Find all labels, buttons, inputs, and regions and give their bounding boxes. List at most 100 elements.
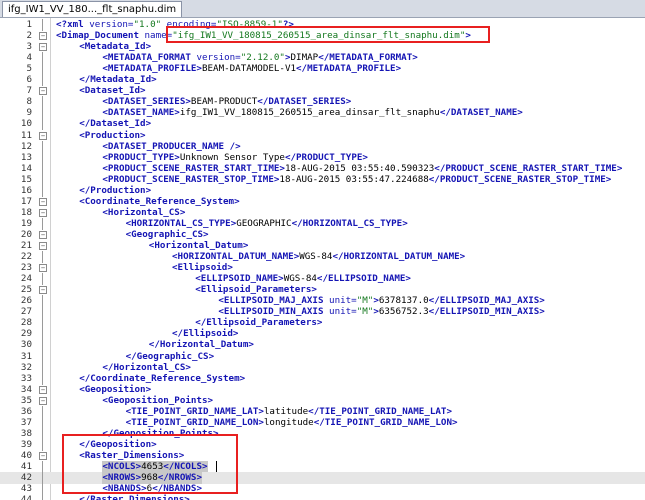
xml-tag: </PRODUCT_TYPE> (284, 151, 368, 163)
xml-text: BEAM-PRODUCT (190, 96, 258, 108)
xml-tag: <TIE_POINT_GRID_NAME_LON> (125, 416, 264, 428)
xml-tag: </NROWS> (157, 472, 202, 484)
xml-tag: </Dataset_Id> (79, 118, 152, 130)
xml-tag: </DATASET_SERIES> (257, 96, 352, 108)
xml-tag: </METADATA_PROFILE> (296, 63, 402, 75)
xml-tag: <TIE_POINT_GRID_NAME_LAT> (125, 405, 264, 417)
xml-tag: </ELLIPSOID_MAJ_AXIS> (428, 295, 545, 307)
xml-editor[interactable]: 1 <?xml version="1.0" encoding="ISO-8859-… (0, 18, 645, 500)
xml-text: DIMAP (290, 52, 319, 64)
xml-tag: <METADATA_FORMAT (102, 52, 197, 64)
xml-tag: <Dataset_Id> (79, 85, 146, 97)
xml-attribute-value: "1.0" (133, 19, 162, 30)
xml-tag: <?xml (56, 19, 90, 30)
xml-text: 968 (141, 472, 158, 484)
xml-tag: <Horizontal_Datum> (148, 240, 249, 251)
xml-tag: </Geoposition_Points> (102, 427, 219, 439)
tab-bar: ifg_IW1_VV_180..._flt_snaphu.dim (0, 0, 645, 18)
xml-attribute-value: "M" (356, 306, 374, 318)
xml-tag: <DATASET_SERIES> (102, 96, 191, 108)
fold-toggle-icon[interactable]: − (39, 286, 47, 295)
xml-attribute: version= (196, 52, 241, 64)
xml-tag: </PRODUCT_SCENE_RASTER_STOP_TIME> (428, 173, 612, 185)
xml-tag: </Production> (79, 184, 152, 196)
fold-toggle-icon[interactable]: − (39, 264, 47, 273)
xml-tag: </TIE_POINT_GRID_NAME_LON> (313, 416, 458, 428)
xml-tag: </Horizontal_CS> (102, 361, 191, 373)
fold-toggle-icon[interactable]: − (39, 396, 47, 405)
xml-tag: ?> (282, 19, 294, 30)
xml-attribute-value: "ISO-8859-1" (216, 19, 283, 30)
xml-tag: <PRODUCT_SCENE_RASTER_START_TIME> (102, 162, 285, 174)
xml-attribute: encoding= (161, 19, 217, 30)
xml-text: 6356752.3 (378, 306, 429, 318)
tab-dim-file[interactable]: ifg_IW1_VV_180..._flt_snaphu.dim (2, 1, 183, 17)
fold-toggle-icon[interactable]: − (39, 131, 47, 140)
xml-tag: </ELLIPSOID_NAME> (316, 273, 411, 285)
xml-tag: </PRODUCT_SCENE_RASTER_START_TIME> (434, 162, 623, 174)
xml-text: GEOGRAPHIC (236, 217, 292, 229)
xml-tag: </TIE_POINT_GRID_NAME_LAT> (308, 405, 452, 417)
xml-tag: </Raster_Dimensions> (79, 494, 190, 500)
xml-tag: <DATASET_PRODUCER_NAME /> (102, 140, 241, 152)
xml-attribute-value: "2.12.0" (240, 52, 285, 64)
xml-text: BEAM-DATAMODEL-V1 (201, 63, 297, 75)
xml-text: 18-AUG-2015 03:55:40.590323 (284, 162, 435, 174)
fold-toggle-icon[interactable]: − (39, 385, 47, 394)
xml-tag: </NBANDS> (152, 483, 202, 495)
xml-tag: </Horizontal_Datum> (148, 339, 254, 351)
xml-tag: <HORIZONTAL_CS_TYPE> (125, 217, 237, 229)
xml-text: longitude (263, 416, 314, 428)
xml-tag: <Horizontal_CS> (102, 206, 186, 218)
fold-toggle-icon[interactable]: − (39, 87, 47, 96)
xml-tag: <PRODUCT_TYPE> (102, 151, 180, 163)
xml-tag: </HORIZONTAL_CS_TYPE> (291, 217, 408, 229)
fold-toggle-icon[interactable]: − (39, 230, 47, 239)
fold-toggle-icon[interactable]: − (39, 242, 47, 250)
line-number: 44 (20, 494, 32, 500)
xml-tag: </DATASET_NAME> (439, 107, 523, 119)
xml-tag: <Raster_Dimensions> (79, 449, 185, 461)
xml-tag: <ELLIPSOID_MIN_AXIS (218, 306, 330, 318)
xml-tag: <Geoposition_Points> (102, 394, 214, 406)
xml-tag: <DATASET_NAME> (102, 107, 180, 119)
xml-tag: <Dimap_Document (56, 30, 145, 42)
xml-tag: <Ellipsoid> (172, 262, 233, 274)
xml-tag: <METADATA_PROFILE> (102, 63, 202, 75)
xml-tag: <Production> (79, 129, 146, 141)
xml-tag: </Geoposition> (79, 438, 157, 450)
xml-tag: > (465, 30, 471, 42)
xml-tag: <HORIZONTAL_DATUM_NAME> (172, 251, 300, 263)
xml-tag: <NCOLS> (102, 461, 142, 472)
xml-text: 18-AUG-2015 03:55:47.224688 (279, 173, 429, 185)
xml-tag: <ELLIPSOID_NAME> (195, 273, 284, 285)
xml-tag: </Geographic_CS> (125, 350, 215, 362)
xml-tag: </Metadata_Id> (79, 74, 157, 86)
fold-toggle-icon[interactable]: − (39, 451, 47, 460)
xml-tag: <Geographic_CS> (125, 228, 209, 240)
fold-toggle-icon[interactable]: − (39, 32, 47, 41)
xml-tag: <Ellipsoid_Parameters> (195, 284, 317, 296)
xml-tag: </Ellipsoid> (172, 328, 239, 340)
code-line[interactable]: 44 </Raster_Dimensions> (0, 494, 645, 500)
xml-text: latitude (263, 405, 309, 417)
xml-text: ifg_IW1_VV_180815_260515_area_dinsar_flt… (179, 107, 440, 119)
fold-toggle-icon[interactable]: − (39, 43, 47, 52)
xml-tag: <NROWS> (102, 472, 142, 484)
xml-attribute-value: "M" (356, 295, 374, 307)
text-cursor (216, 461, 217, 472)
xml-tag: </ELLIPSOID_MIN_AXIS> (428, 306, 545, 318)
xml-text: WGS-84 (283, 273, 317, 285)
xml-attribute: unit= (329, 295, 357, 307)
xml-attribute-value: "ifg_IW1_VV_180815_260515_area_dinsar_fl… (172, 30, 466, 42)
xml-tag: <ELLIPSOID_MAJ_AXIS (218, 295, 330, 307)
xml-tag: </HORIZONTAL_DATUM_NAME> (332, 251, 466, 263)
fold-toggle-icon[interactable]: − (39, 208, 47, 217)
xml-tag: <Coordinate_Reference_System> (79, 195, 240, 207)
xml-attribute: name= (144, 30, 173, 42)
xml-text: 6378137.0 (378, 295, 429, 307)
xml-attribute: version= (89, 19, 134, 30)
xml-tag: <Geoposition> (79, 383, 152, 395)
xml-tag: <PRODUCT_SCENE_RASTER_STOP_TIME> (102, 173, 280, 185)
fold-toggle-icon[interactable]: − (39, 197, 47, 206)
